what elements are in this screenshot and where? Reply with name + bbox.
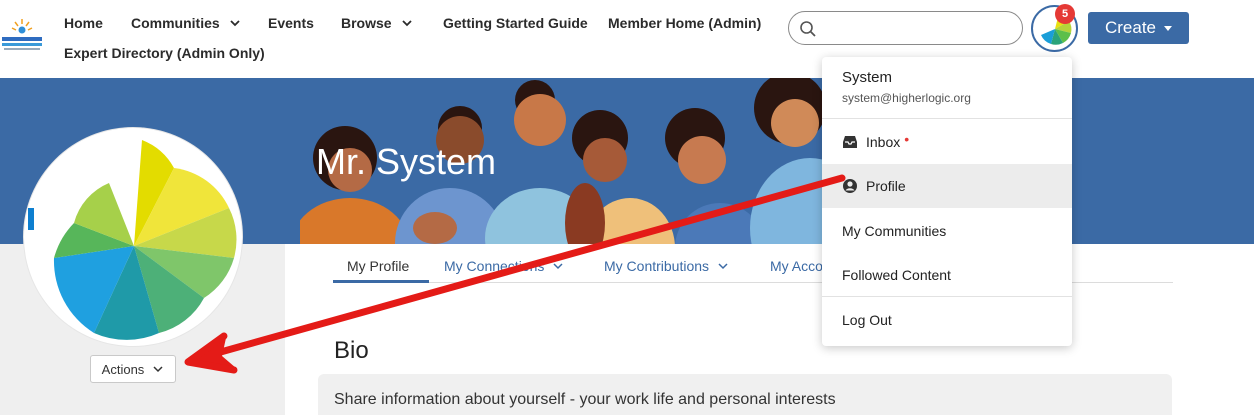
tab-my-account[interactable]: My Acco bbox=[770, 258, 823, 274]
menu-item-profile-label: Profile bbox=[866, 178, 906, 194]
search-input[interactable] bbox=[823, 18, 1013, 40]
nav-browse[interactable]: Browse bbox=[341, 15, 414, 31]
active-tab-indicator bbox=[333, 280, 429, 283]
nav-events-label: Events bbox=[268, 15, 314, 31]
nav-browse-label: Browse bbox=[341, 15, 392, 31]
user-menu-name: System bbox=[842, 69, 893, 86]
nav-expert-directory[interactable]: Expert Directory (Admin Only) bbox=[64, 45, 265, 61]
nav-home[interactable]: Home bbox=[64, 15, 103, 31]
tab-my-contributions-label: My Contributions bbox=[604, 258, 710, 274]
profile-logo-icon bbox=[28, 140, 237, 340]
bio-prompt: Share information about yourself - your … bbox=[334, 391, 836, 408]
menu-item-my-communities-label: My Communities bbox=[842, 223, 947, 239]
nav-member-home[interactable]: Member Home (Admin) bbox=[608, 15, 761, 31]
user-menu-email: system@higherlogic.org bbox=[842, 91, 971, 105]
nav-communities[interactable]: Communities bbox=[131, 15, 242, 31]
chevron-down-icon bbox=[718, 263, 728, 270]
user-menu-dropdown: System system@higherlogic.org Inbox • Pr… bbox=[822, 57, 1072, 346]
nav-events[interactable]: Events bbox=[268, 15, 314, 31]
menu-item-profile[interactable]: Profile bbox=[822, 164, 1072, 208]
nav-getting-started-label: Getting Started Guide bbox=[443, 15, 588, 31]
menu-item-log-out-label: Log Out bbox=[842, 312, 892, 328]
chevron-down-icon bbox=[230, 20, 240, 27]
bio-heading: Bio bbox=[334, 337, 369, 364]
search-box[interactable] bbox=[788, 11, 1023, 45]
create-button[interactable]: Create bbox=[1088, 12, 1189, 44]
tab-my-profile[interactable]: My Profile bbox=[347, 258, 409, 274]
actions-button[interactable]: Actions bbox=[90, 355, 176, 383]
tab-my-profile-label: My Profile bbox=[347, 258, 410, 274]
tab-my-contributions[interactable]: My Contributions bbox=[604, 258, 729, 274]
nav-expert-directory-label: Expert Directory (Admin Only) bbox=[64, 45, 265, 61]
inbox-icon bbox=[843, 136, 857, 148]
menu-item-followed-content-label: Followed Content bbox=[842, 267, 951, 283]
chevron-down-icon bbox=[153, 366, 163, 373]
tab-my-connections-label: My Connections bbox=[444, 258, 545, 274]
actions-button-label: Actions bbox=[101, 361, 145, 377]
chevron-down-icon bbox=[553, 263, 563, 270]
nav-communities-label: Communities bbox=[131, 15, 220, 31]
menu-item-my-communities[interactable]: My Communities bbox=[822, 209, 1072, 253]
create-button-label: Create bbox=[1104, 18, 1157, 37]
search-icon bbox=[800, 21, 816, 37]
user-circle-icon bbox=[843, 179, 857, 193]
caret-down-icon bbox=[1164, 25, 1173, 31]
menu-item-followed-content[interactable]: Followed Content bbox=[822, 253, 1072, 297]
nav-getting-started[interactable]: Getting Started Guide bbox=[443, 15, 588, 31]
site-logo[interactable] bbox=[0, 18, 44, 56]
tab-my-account-label: My Acco bbox=[770, 258, 823, 274]
profile-picture bbox=[24, 128, 242, 346]
tab-my-connections[interactable]: My Connections bbox=[444, 258, 564, 274]
menu-divider bbox=[822, 296, 1072, 297]
nav-member-home-label: Member Home (Admin) bbox=[608, 15, 762, 31]
chevron-down-icon bbox=[401, 20, 412, 27]
unread-dot: • bbox=[904, 131, 910, 147]
menu-item-inbox[interactable]: Inbox • bbox=[822, 120, 1072, 164]
menu-divider bbox=[822, 118, 1072, 119]
profile-name: Mr. System bbox=[316, 141, 497, 182]
menu-item-log-out[interactable]: Log Out bbox=[822, 298, 1072, 342]
menu-item-inbox-label: Inbox bbox=[866, 134, 901, 150]
nav-home-label: Home bbox=[64, 15, 103, 31]
notification-badge: 5 bbox=[1055, 4, 1075, 24]
